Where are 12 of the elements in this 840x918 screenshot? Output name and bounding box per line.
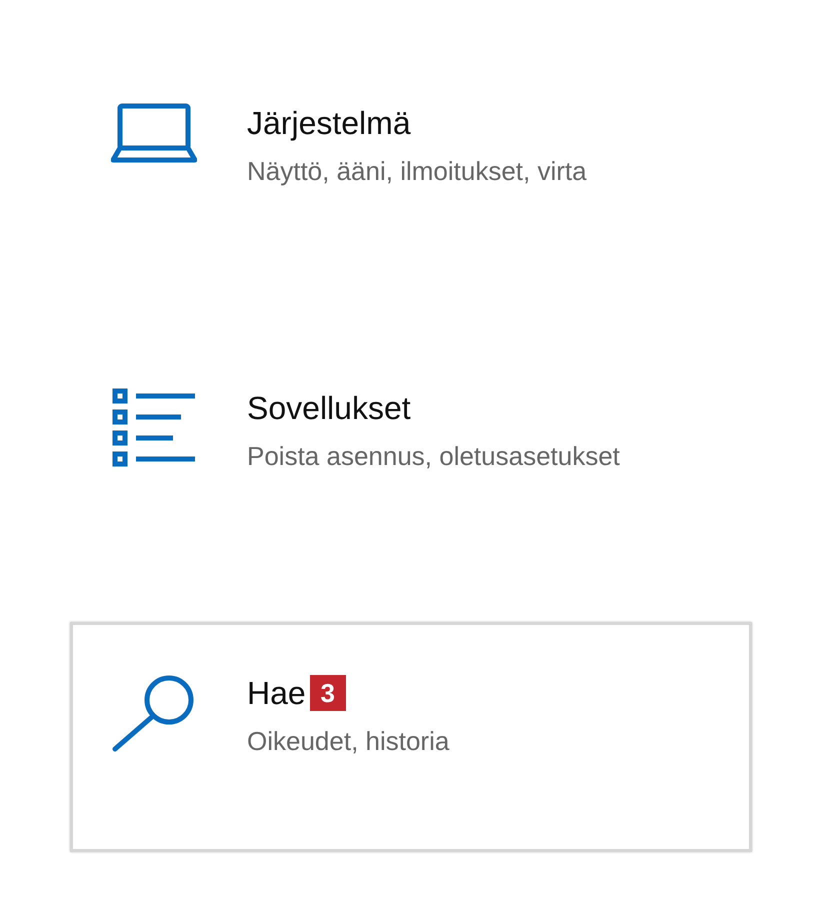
- tile-description: Näyttö, ääni, ilmoitukset, virta: [247, 155, 587, 188]
- tile-title: Järjestelmä: [247, 104, 411, 143]
- tile-title: Sovellukset: [247, 389, 411, 428]
- laptop-icon: [111, 103, 197, 165]
- tile-description: Poista asennus, oletusasetukset: [247, 440, 620, 473]
- settings-tile[interactable]: Järjestelmä Näyttö, ääni, ilmoitukset, virta: [70, 52, 752, 282]
- settings-tile[interactable]: Sovellukset Poista asennus, oletusasetukset: [70, 337, 752, 567]
- list-icon: [111, 388, 197, 468]
- callout-badge: 3: [310, 675, 346, 711]
- tile-description: Oikeudet, historia: [247, 725, 450, 758]
- settings-tile[interactable]: Hae 3 Oikeudet, historia: [70, 622, 752, 852]
- tile-title: Hae: [247, 674, 306, 713]
